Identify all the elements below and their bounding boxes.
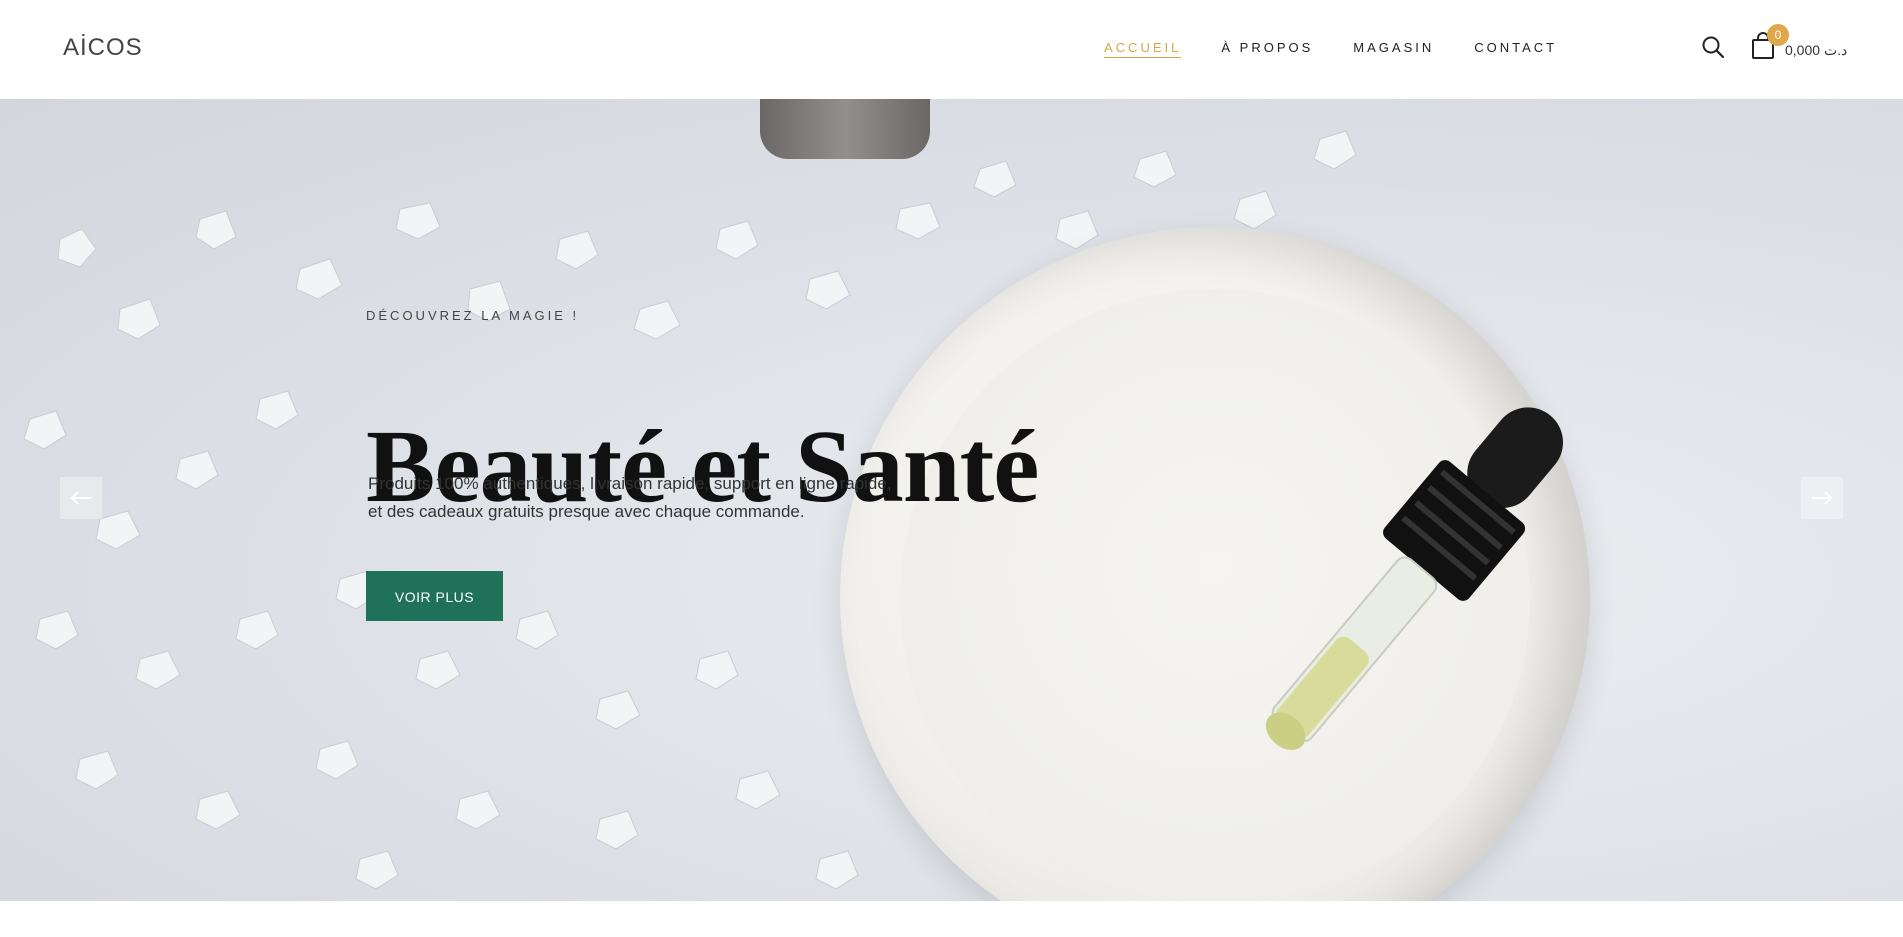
slider-next-button[interactable] [1801,477,1843,519]
search-icon[interactable] [1701,35,1725,59]
slider-prev-button[interactable] [60,477,102,519]
site-header: AİCOS ACCUEIL À PROPOS MAGASIN CONTACT 0… [0,0,1903,99]
hero-slider: DÉCOUVREZ LA MAGIE ! Beauté et Santé Pro… [0,99,1903,901]
hero-eyebrow: DÉCOUVREZ LA MAGIE ! [366,308,580,323]
site-logo[interactable]: AİCOS [63,34,143,62]
dropper-bottle-image [1265,407,1563,750]
hero-description-line-2: et des cadeaux gratuits presque avec cha… [368,502,805,521]
cart-total[interactable]: 0,000 د.ت [1785,42,1847,59]
voir-plus-button[interactable]: VOIR PLUS [366,571,503,621]
nav-item-contact[interactable]: CONTACT [1474,40,1557,58]
nav-item-accueil[interactable]: ACCUEIL [1104,40,1182,58]
bottle-cap-decoration [760,99,930,159]
arrow-left-icon [70,491,91,505]
hero-description-line-1: Produits 100% authentiques, livraison ra… [368,474,892,493]
nav-item-a-propos[interactable]: À PROPOS [1221,40,1313,58]
nav-item-magasin[interactable]: MAGASIN [1353,40,1434,58]
arrow-right-icon [1812,491,1833,505]
main-nav: ACCUEIL À PROPOS MAGASIN CONTACT [1104,40,1597,58]
hero-description: Produits 100% authentiques, livraison ra… [368,470,988,526]
